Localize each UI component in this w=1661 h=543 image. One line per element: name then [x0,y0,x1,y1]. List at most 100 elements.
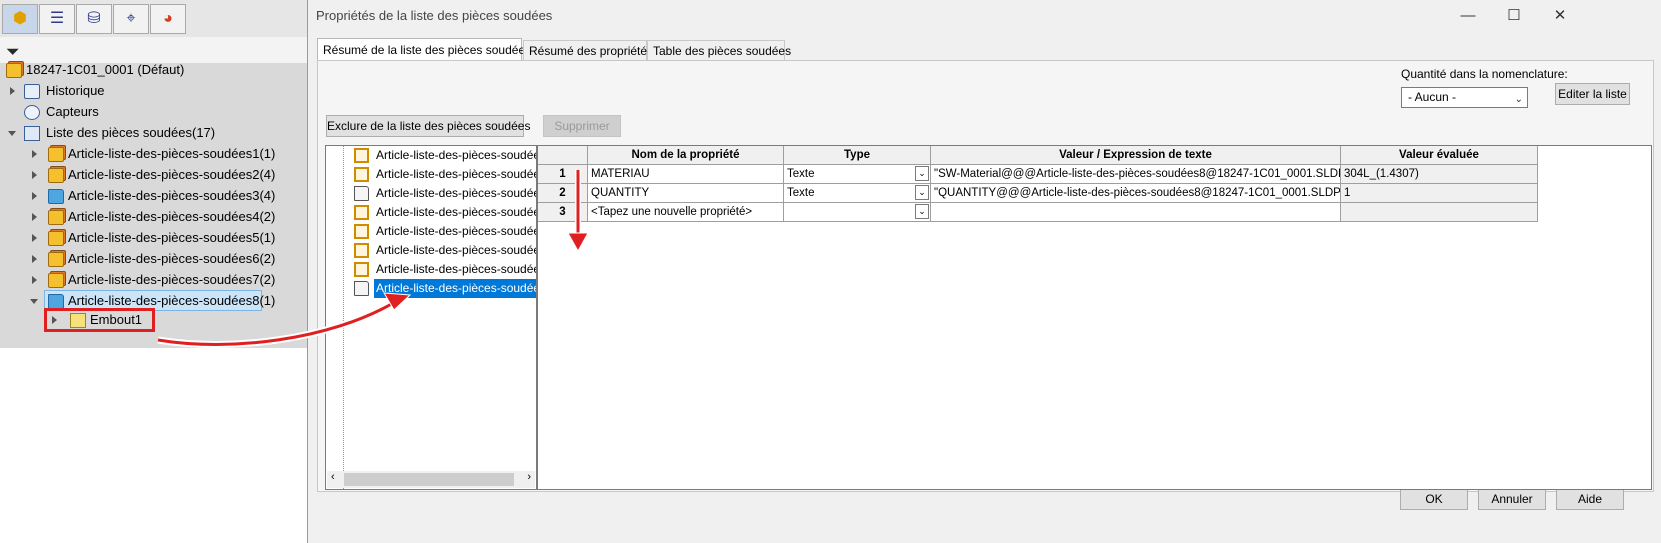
row-number[interactable]: 1 [538,165,588,184]
folder-icon [48,189,64,204]
new-property-cell[interactable]: <Tapez une nouvelle propriété> [588,203,784,222]
column-header[interactable]: Valeur / Expression de texte [931,146,1341,165]
qty-select[interactable]: - Aucun - ⌄ [1401,87,1528,108]
cancel-button[interactable]: Annuler [1478,488,1546,510]
ok-button[interactable]: OK [1400,488,1468,510]
expand-arrow-icon[interactable] [32,276,37,284]
list-item-label: Article-liste-des-pièces-soudée [376,148,537,162]
row-number[interactable]: 3 [538,203,588,222]
part-icon [354,224,369,239]
list-item[interactable]: Article-liste-des-pièces-soudée [326,260,536,279]
collapse-arrow-icon[interactable] [8,131,16,136]
dimxpert-tab[interactable]: ⌖ [113,4,149,34]
property-type-cell[interactable]: Texte ⌄ [784,165,931,184]
minimize-icon: — [1460,7,1476,24]
cut-list-icon [24,126,40,141]
featuremanager-tab[interactable]: ⬢ [2,4,38,34]
scrollbar-thumb[interactable] [344,473,514,486]
display-manager-tab[interactable]: ◕ [150,4,186,34]
tree-item-historique[interactable]: Historique [0,80,300,102]
close-button[interactable]: ✕ [1537,2,1583,30]
folder-icon [354,281,369,296]
list-item-selected[interactable]: Article-liste-des-pièces-soudée [326,279,536,298]
propertymanager-icon: ☰ [49,10,65,27]
maximize-icon: ☐ [1507,7,1521,24]
tree-item-article-5[interactable]: Article-liste-des-pièces-soudées5(1) [0,227,300,249]
part-icon [354,262,369,277]
help-button[interactable]: Aide [1556,488,1624,510]
property-expression-cell[interactable] [931,203,1341,222]
list-item[interactable]: Article-liste-des-pièces-soudée [326,184,536,203]
part-icon [48,147,64,162]
tree-item-capteurs[interactable]: Capteurs [0,101,300,123]
evaluated-value-cell [1341,203,1538,222]
part-icon [354,148,369,163]
property-expression-cell[interactable]: "QUANTITY@@@Article-liste-des-pièces-sou… [931,184,1341,203]
row-number[interactable]: 2 [538,184,588,203]
configurationmanager-tab[interactable]: ⛁ [76,4,112,34]
expand-arrow-icon[interactable] [32,213,37,221]
configurationmanager-icon: ⛁ [87,10,101,27]
tree-item-article-4[interactable]: Article-liste-des-pièces-soudées4(2) [0,206,300,228]
dimxpert-icon: ⌖ [126,10,136,27]
part-icon [354,167,369,182]
tree-item-label: Article-liste-des-pièces-soudées5(1) [68,230,276,245]
tree-item-article-3[interactable]: Article-liste-des-pièces-soudées3(4) [0,185,300,207]
tree-item-label: Article-liste-des-pièces-soudées1(1) [68,146,276,161]
property-name-cell[interactable]: MATERIAU [588,165,784,184]
column-header[interactable]: Nom de la propriété [588,146,784,165]
horizontal-scrollbar[interactable]: ‹ › [327,471,535,488]
filter-icon[interactable]: ⏷ [6,42,20,62]
display-manager-icon: ◕ [163,10,173,27]
tab-cut-list-summary[interactable]: Résumé de la liste des pièces soudées [317,38,531,61]
tree-item-label: Article-liste-des-pièces-soudées3(4) [68,188,276,203]
chevron-down-icon[interactable]: ⌄ [915,204,929,219]
expand-arrow-icon[interactable] [32,150,37,158]
expand-arrow-icon[interactable] [32,234,37,242]
tree-item-cut-list[interactable]: Liste des pièces soudées(17) [0,122,300,144]
edit-list-button[interactable]: Editer la liste [1555,83,1630,105]
delete-button[interactable]: Supprimer [543,115,621,137]
expand-arrow-icon[interactable] [32,192,37,200]
propertymanager-tab[interactable]: ☰ [39,4,75,34]
tree-item-article-6[interactable]: Article-liste-des-pièces-soudées6(2) [0,248,300,270]
list-item-label: Article-liste-des-pièces-soudée [374,279,536,298]
list-item-label: Article-liste-des-pièces-soudée [376,186,537,200]
tree-item-article-2[interactable]: Article-liste-des-pièces-soudées2(4) [0,164,300,186]
minimize-button[interactable]: — [1445,2,1491,30]
expand-arrow-icon[interactable] [10,87,15,95]
list-item[interactable]: Article-liste-des-pièces-soudée [326,241,536,260]
column-header[interactable]: Valeur évaluée [1341,146,1538,165]
scroll-right-icon[interactable]: › [527,471,531,483]
list-item[interactable]: Article-liste-des-pièces-soudée [326,146,536,165]
folder-icon [48,294,64,309]
chevron-down-icon[interactable]: ⌄ [915,185,929,200]
chevron-down-icon[interactable]: ⌄ [915,166,929,181]
property-type-cell[interactable]: Texte ⌄ [784,184,931,203]
maximize-button[interactable]: ☐ [1491,2,1537,30]
tree-item-article-7[interactable]: Article-liste-des-pièces-soudées7(2) [0,269,300,291]
list-item-label: Article-liste-des-pièces-soudée [376,205,537,219]
expand-arrow-icon[interactable] [32,255,37,263]
column-header[interactable]: Type [784,146,931,165]
property-expression-cell[interactable]: "SW-Material@@@Article-liste-des-pièces-… [931,165,1341,184]
history-icon [24,84,40,99]
list-item[interactable]: Article-liste-des-pièces-soudée [326,222,536,241]
tree-item-label: Article-liste-des-pièces-soudées2(4) [68,167,276,182]
list-item[interactable]: Article-liste-des-pièces-soudée [326,203,536,222]
property-type-cell[interactable]: ⌄ [784,203,931,222]
property-name-cell[interactable]: QUANTITY [588,184,784,203]
collapse-arrow-icon[interactable] [30,299,38,304]
exclude-button[interactable]: Exclure de la liste des pièces soudées [326,115,530,137]
grid-corner [538,146,588,165]
scroll-left-icon[interactable]: ‹ [331,471,335,483]
part-icon [48,231,64,246]
tree-item-label: Capteurs [46,104,99,119]
cut-list-items-list[interactable]: Article-liste-des-pièces-soudée Article-… [325,145,537,490]
tree-item-article-1[interactable]: Article-liste-des-pièces-soudées1(1) [0,143,300,165]
part-icon [354,205,369,220]
tab-cut-list-table[interactable]: Table des pièces soudées [647,40,791,60]
list-item[interactable]: Article-liste-des-pièces-soudée [326,165,536,184]
expand-arrow-icon[interactable] [32,171,37,179]
tab-property-summary[interactable]: Résumé des propriétés [523,40,653,60]
